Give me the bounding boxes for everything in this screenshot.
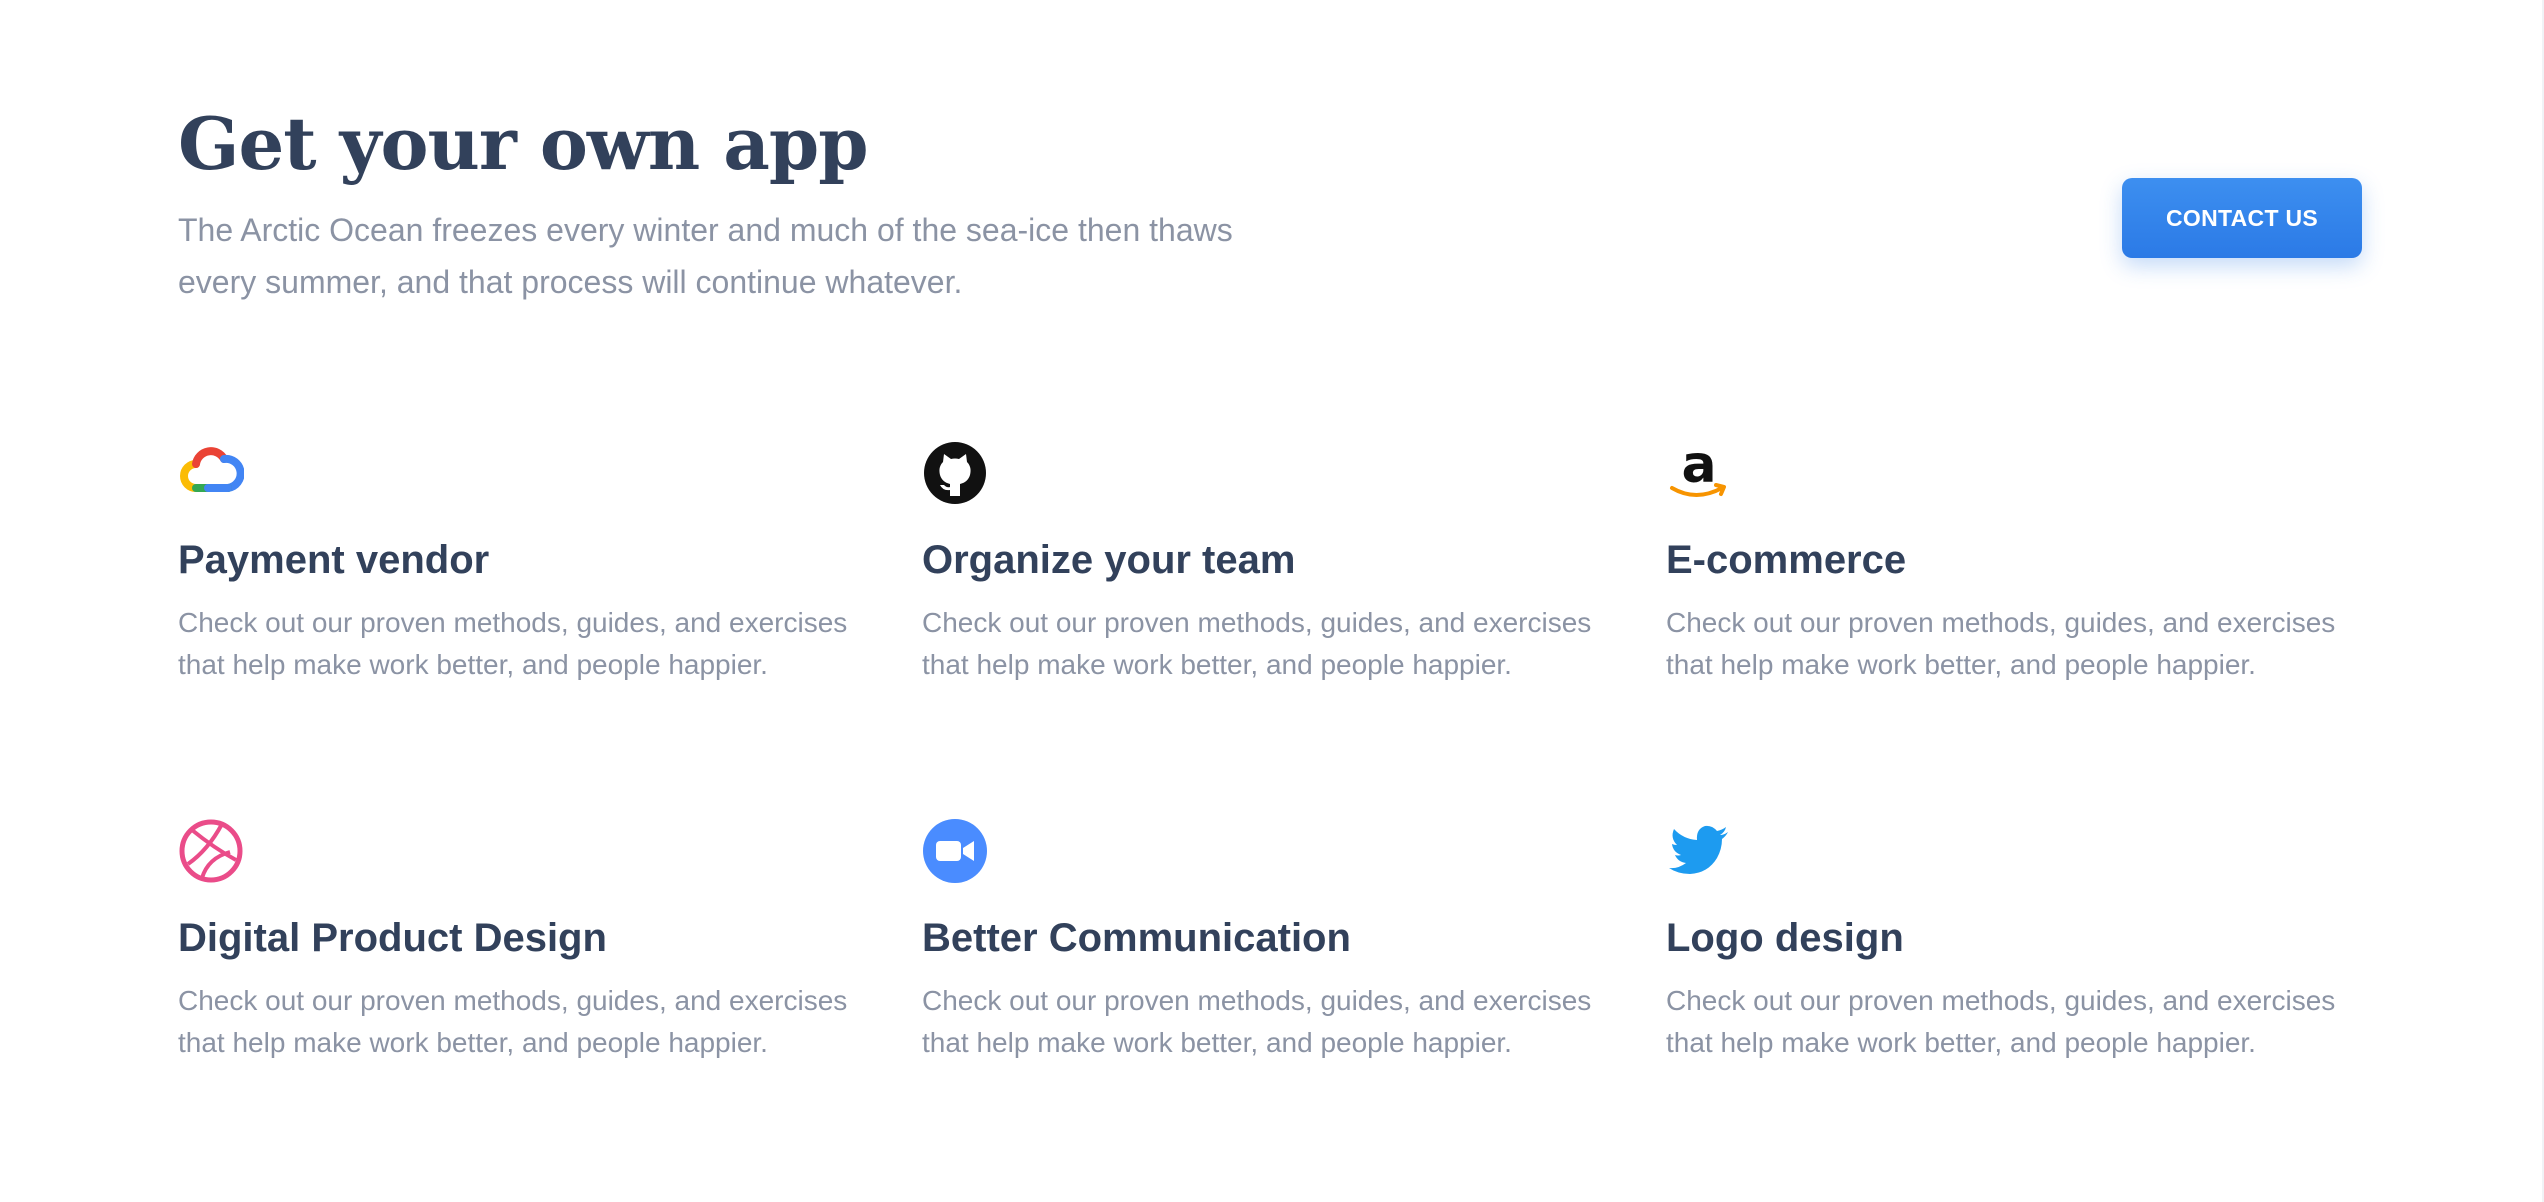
twitter-icon (1666, 818, 1732, 884)
zoom-icon (922, 818, 988, 884)
feature-title: Better Communication (922, 916, 1351, 960)
feature-title: Organize your team (922, 538, 1296, 582)
github-icon (922, 440, 988, 506)
svg-text:a: a (1681, 440, 1716, 495)
feature-title: Logo design (1666, 916, 1904, 960)
google-cloud-icon (178, 440, 244, 506)
feature-title: Digital Product Design (178, 916, 607, 960)
page: Get your own app The Arctic Ocean freeze… (0, 0, 2544, 1202)
feature-description: Check out our proven methods, guides, an… (1666, 985, 2336, 1058)
dribbble-icon (178, 818, 244, 884)
amazon-icon: a (1666, 440, 1732, 506)
feature-description: Check out our proven methods, guides, an… (922, 985, 1592, 1058)
feature-description: Check out our proven methods, guides, an… (922, 607, 1592, 680)
feature-description: Check out our proven methods, guides, an… (1666, 607, 2336, 680)
page-title: Get your own app (178, 101, 869, 186)
feature-description: Check out our proven methods, guides, an… (178, 607, 848, 680)
feature-title: E-commerce (1666, 538, 1907, 582)
contact-us-button[interactable]: CONTACT US (2122, 178, 2362, 258)
feature-description: Check out our proven methods, guides, an… (178, 985, 848, 1058)
page-subtitle: The Arctic Ocean freezes every winter an… (178, 212, 1233, 300)
feature-title: Payment vendor (178, 538, 490, 582)
